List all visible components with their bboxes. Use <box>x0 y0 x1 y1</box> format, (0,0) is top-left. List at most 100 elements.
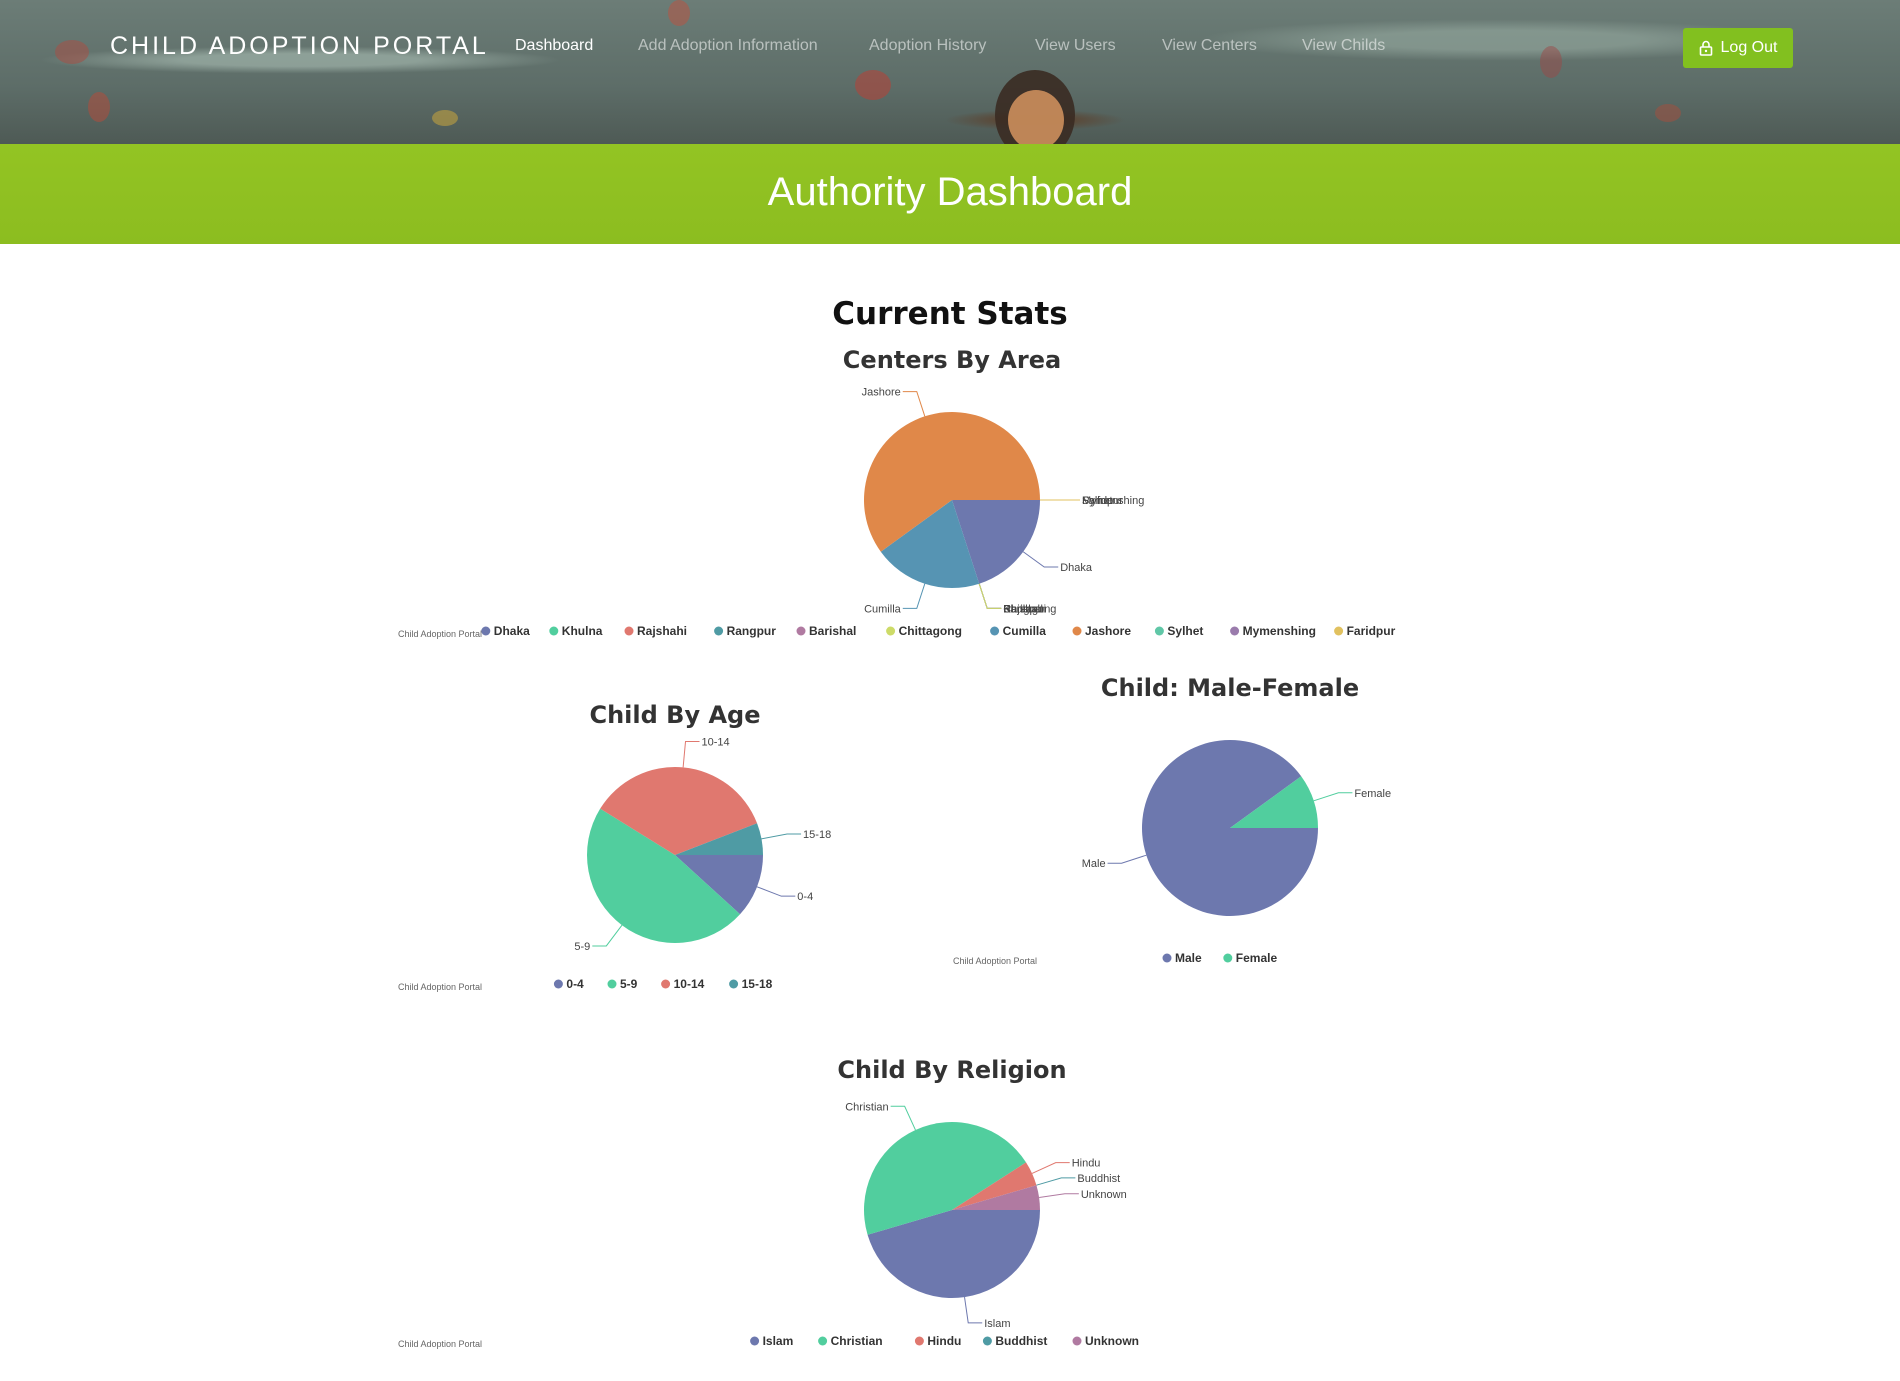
logout-button[interactable]: Log Out <box>1683 28 1793 68</box>
leader-line <box>592 924 623 947</box>
chart-credit[interactable]: Child Adoption Portal <box>398 629 482 639</box>
chart-title: Child By Age <box>589 701 760 729</box>
chart-title: Child: Male-Female <box>1101 674 1359 702</box>
svg-text:10-14: 10-14 <box>674 977 705 991</box>
svg-text:Chittagong: Chittagong <box>899 624 962 638</box>
legend-item-cumilla[interactable]: Cumilla <box>990 624 1046 638</box>
legend-item-rajshahi[interactable]: Rajshahi <box>624 624 688 638</box>
data-label-dhaka: Dhaka <box>1060 562 1093 574</box>
legend-item-khulna[interactable]: Khulna <box>549 624 603 638</box>
legend-item-barishal[interactable]: Barishal <box>796 624 857 638</box>
chart-centers-by-area: Centers By Area Dhaka Khulna Rajshahi Rangpu… <box>390 340 1510 650</box>
svg-text:Mymenshing: Mymenshing <box>1243 624 1316 638</box>
leader-line <box>756 886 796 897</box>
svg-text:Jashore: Jashore <box>1085 624 1131 638</box>
svg-text:Rajshahi: Rajshahi <box>637 624 687 638</box>
svg-text:5-9: 5-9 <box>620 977 638 991</box>
svg-text:Khulna: Khulna <box>562 624 603 638</box>
leader-line <box>902 391 926 417</box>
hero-background-image <box>0 0 1900 160</box>
nav-view-users[interactable]: View Users <box>1035 37 1116 55</box>
legend-item-unknown[interactable]: Unknown <box>1072 1334 1140 1348</box>
nav-add-adoption-information[interactable]: Add Adoption Information <box>638 37 818 55</box>
data-label-christian: Christian <box>845 1101 888 1113</box>
leader-line <box>1313 792 1353 802</box>
legend-item-15-18[interactable]: 15-18 <box>729 977 773 991</box>
data-label-faridpur: Faridpur <box>1082 495 1123 507</box>
svg-text:Male: Male <box>1175 951 1202 965</box>
chart-credit[interactable]: Child Adoption Portal <box>398 982 482 992</box>
nav-view-childs[interactable]: View Childs <box>1302 37 1385 55</box>
data-label-male: Male <box>1082 858 1106 870</box>
legend-item-faridpur[interactable]: Faridpur <box>1334 624 1396 638</box>
chart-credit[interactable]: Child Adoption Portal <box>398 1339 482 1349</box>
leader-line <box>1039 1193 1079 1198</box>
svg-text:Sylhet: Sylhet <box>1167 624 1203 638</box>
section-heading: Current Stats <box>832 296 1068 332</box>
legend-item-chittagong[interactable]: Chittagong <box>886 624 962 638</box>
chart-child-by-religion: Child By Religion Islam Christian Hindu Budd… <box>390 1050 1510 1360</box>
svg-text:Faridpur: Faridpur <box>1347 624 1396 638</box>
leader-line <box>978 583 1002 609</box>
svg-text:Christian: Christian <box>831 1334 883 1348</box>
page-title: Authority Dashboard <box>767 170 1133 214</box>
data-label-female: Female <box>1354 788 1391 800</box>
legend-item-jashore[interactable]: Jashore <box>1072 624 1132 638</box>
data-label-islam: Islam <box>984 1318 1010 1330</box>
leader-line <box>978 583 1002 609</box>
lock-icon <box>1699 40 1712 56</box>
chart-credit[interactable]: Child Adoption Portal <box>953 956 1037 966</box>
data-label-unknown: Unknown <box>1081 1189 1127 1201</box>
svg-text:Unknown: Unknown <box>1085 1334 1139 1348</box>
data-label-jashore: Jashore <box>862 387 901 399</box>
leader-line <box>978 583 1002 609</box>
legend-item-christian[interactable]: Christian <box>818 1334 883 1348</box>
chart-title: Centers By Area <box>843 346 1061 374</box>
data-label-buddhist: Buddhist <box>1077 1173 1120 1185</box>
legend-item-5-9[interactable]: 5-9 <box>607 977 638 991</box>
data-label-5-9: 5-9 <box>574 941 590 953</box>
svg-text:Islam: Islam <box>763 1334 794 1348</box>
svg-text:0-4: 0-4 <box>566 977 584 991</box>
leader-line <box>964 1297 983 1324</box>
legend-item-buddhist[interactable]: Buddhist <box>982 1334 1048 1348</box>
leader-line <box>1107 854 1147 864</box>
svg-text:Barishal: Barishal <box>809 624 856 638</box>
svg-text:Dhaka: Dhaka <box>494 624 530 638</box>
pie-chart-svg: Child By Religion Islam Christian Hindu Budd… <box>398 1056 1140 1349</box>
brand-logo-text[interactable]: CHILD ADOPTION PORTAL <box>110 32 489 61</box>
pie-chart-svg: Child By Age 0-4 5-9 10-14 15-18 0-4 5-9 10-14 1… <box>398 701 831 992</box>
chart-child-by-age: Child By Age 0-4 5-9 10-14 15-18 0-4 5-9 10-14 1… <box>390 695 950 1005</box>
svg-text:Female: Female <box>1236 951 1278 965</box>
leader-line <box>682 740 700 768</box>
data-label-0-4: 0-4 <box>797 891 813 903</box>
svg-text:Buddhist: Buddhist <box>995 1334 1047 1348</box>
leader-line <box>890 1105 916 1131</box>
data-label-hindu: Hindu <box>1072 1158 1101 1170</box>
nav-dashboard[interactable]: Dashboard <box>515 37 593 55</box>
nav-adoption-history[interactable]: Adoption History <box>869 37 986 55</box>
legend-item-sylhet[interactable]: Sylhet <box>1154 624 1204 638</box>
nav-view-centers[interactable]: View Centers <box>1162 37 1257 55</box>
logout-label: Log Out <box>1720 39 1778 56</box>
legend-item-0-4[interactable]: 0-4 <box>553 977 584 991</box>
legend-item-10-14[interactable]: 10-14 <box>661 977 705 991</box>
header-hero: CHILD ADOPTION PORTAL Dashboard Add Adop… <box>0 0 1900 244</box>
leader-line <box>1031 1162 1070 1174</box>
legend-item-female[interactable]: Female <box>1223 951 1277 965</box>
legend-item-hindu[interactable]: Hindu <box>914 1334 962 1348</box>
legend-item-rangpur[interactable]: Rangpur <box>714 624 776 638</box>
pie-chart-svg: Child: Male-Female Male Female Male Female Ch… <box>953 674 1391 966</box>
legend-item-male[interactable]: Male <box>1162 951 1203 965</box>
leader-line <box>978 583 1002 609</box>
svg-text:Rangpur: Rangpur <box>727 624 777 638</box>
svg-text:Cumilla: Cumilla <box>1003 624 1047 638</box>
legend-item-mymenshing[interactable]: Mymenshing <box>1230 624 1316 638</box>
chart-title: Child By Religion <box>837 1056 1066 1084</box>
pie-chart-svg: Centers By Area Dhaka Khulna Rajshahi Rangpu… <box>398 346 1396 639</box>
chart-child-male-female: Child: Male-Female Male Female Male Female Ch… <box>945 668 1510 978</box>
legend-item-dhaka[interactable]: Dhaka <box>481 624 530 638</box>
svg-text:15-18: 15-18 <box>742 977 773 991</box>
legend-item-islam[interactable]: Islam <box>750 1334 793 1348</box>
data-label-15-18: 15-18 <box>803 829 831 841</box>
